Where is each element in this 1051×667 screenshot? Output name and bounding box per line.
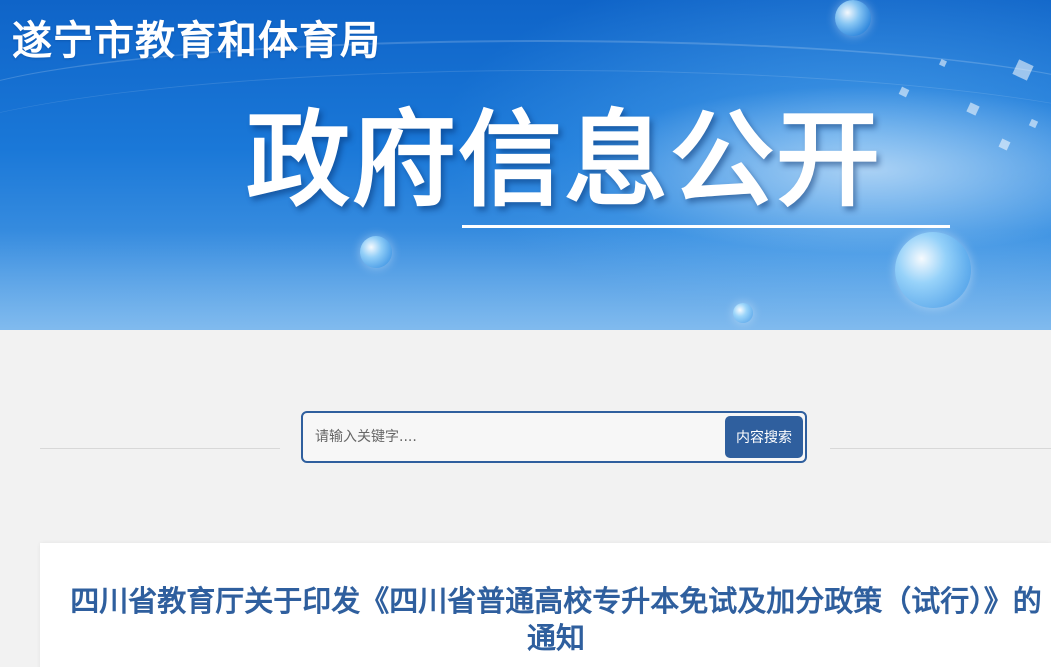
search-bar: 内容搜索 (301, 411, 807, 463)
search-divider-right (830, 448, 1051, 449)
article-title: 四川省教育厅关于印发《四川省普通高校专升本免试及加分政策（试行）》的通知 (70, 584, 1042, 655)
bubble-decoration (895, 232, 971, 308)
hero-underline (462, 225, 950, 228)
page: 遂宁市教育和体育局 政府信息公开 内容搜索 四川省教育厅关于印发《四川省普通高校… (0, 0, 1051, 667)
bubble-decoration (835, 0, 871, 36)
banner-glow (0, 230, 1051, 330)
article-card: 四川省教育厅关于印发《四川省普通高校专升本免试及加分政策（试行）》的通知 (40, 543, 1051, 667)
search-divider-left (40, 448, 280, 449)
hero-title: 政府信息公开 (246, 99, 883, 221)
org-name: 遂宁市教育和体育局 (12, 18, 381, 64)
header-banner: 遂宁市教育和体育局 政府信息公开 (0, 0, 1051, 330)
search-button[interactable]: 内容搜索 (725, 416, 803, 458)
search-input[interactable] (303, 413, 723, 461)
bubble-decoration (360, 236, 392, 268)
bubble-decoration (733, 303, 753, 323)
